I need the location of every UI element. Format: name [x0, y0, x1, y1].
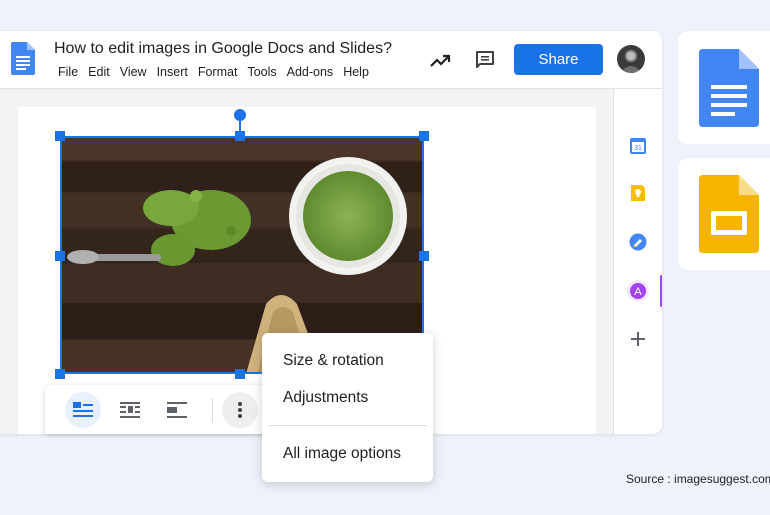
share-button[interactable]: Share	[514, 44, 603, 75]
resize-handle-bottom-left[interactable]	[55, 369, 65, 379]
calendar-icon[interactable]: 31	[628, 136, 648, 156]
active-indicator	[660, 275, 662, 307]
trending-icon[interactable]	[428, 49, 452, 73]
tasks-icon[interactable]	[628, 232, 648, 252]
slides-logo-icon	[699, 175, 759, 253]
resize-handle-top-right[interactable]	[419, 131, 429, 141]
break-text-button[interactable]	[159, 392, 195, 428]
menu-adjustments[interactable]: Adjustments	[283, 389, 368, 407]
resize-handle-top-left[interactable]	[55, 131, 65, 141]
break-text-icon	[167, 402, 187, 418]
menu-format[interactable]: Format	[198, 65, 238, 79]
resize-handle-top[interactable]	[235, 131, 245, 141]
docs-icon[interactable]	[11, 42, 35, 75]
wrap-inline-icon	[73, 402, 93, 417]
menu-size-rotation[interactable]: Size & rotation	[283, 352, 384, 370]
document-title[interactable]: How to edit images in Google Docs and Sl…	[54, 40, 392, 58]
menu-divider	[268, 425, 427, 426]
resize-handle-bottom[interactable]	[235, 369, 245, 379]
comment-icon[interactable]	[473, 48, 497, 72]
addon-letter: A	[634, 286, 642, 298]
avatar[interactable]	[617, 45, 645, 73]
add-icon[interactable]	[628, 329, 648, 349]
top-bar: How to edit images in Google Docs and Sl…	[0, 31, 662, 89]
toolbar-divider	[212, 398, 213, 422]
docs-app-card	[678, 31, 770, 144]
addon-icon[interactable]: A	[626, 279, 650, 303]
menu-all-image-options[interactable]: All image options	[283, 445, 401, 463]
menu-tools[interactable]: Tools	[247, 65, 276, 79]
menu-addons[interactable]: Add-ons	[287, 65, 334, 79]
menu-help[interactable]: Help	[343, 65, 369, 79]
menu-insert[interactable]: Insert	[157, 65, 188, 79]
more-options-button[interactable]	[222, 392, 258, 428]
menu-view[interactable]: View	[120, 65, 147, 79]
wrap-text-icon	[120, 402, 140, 418]
image-toolbar	[45, 385, 270, 434]
menu-file[interactable]: File	[58, 65, 78, 79]
menu-bar: File Edit View Insert Format Tools Add-o…	[58, 65, 379, 79]
docs-logo-icon	[699, 49, 759, 127]
calendar-day: 31	[634, 145, 642, 152]
wrap-text-button[interactable]	[112, 392, 148, 428]
inline-wrap-button[interactable]	[65, 392, 101, 428]
resize-handle-right[interactable]	[419, 251, 429, 261]
image-options-menu: Size & rotation Adjustments All image op…	[262, 333, 433, 482]
menu-edit[interactable]: Edit	[88, 65, 110, 79]
rotation-handle[interactable]	[234, 109, 246, 121]
keep-icon[interactable]	[628, 183, 648, 203]
side-panel: 31 A	[613, 89, 662, 434]
slides-app-card	[678, 158, 770, 270]
more-vert-icon	[238, 402, 242, 418]
resize-handle-left[interactable]	[55, 251, 65, 261]
source-caption: Source : imagesuggest.com	[626, 472, 770, 486]
